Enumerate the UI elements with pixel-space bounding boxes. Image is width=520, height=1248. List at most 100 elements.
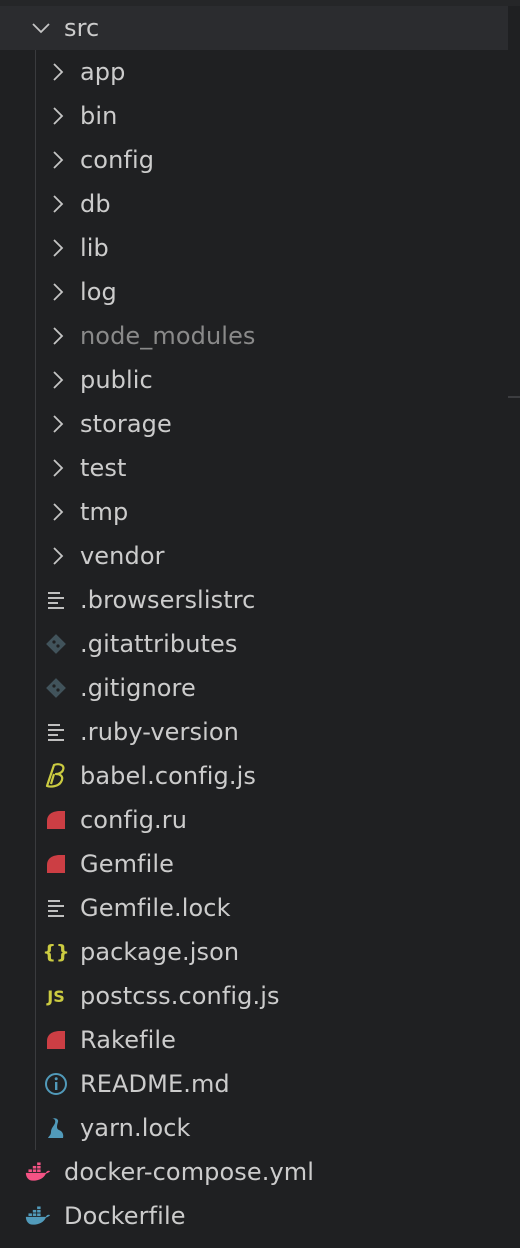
chevron-right-icon (45, 50, 71, 94)
file-row[interactable]: yarn.lock (0, 1106, 508, 1150)
folder-label: db (80, 190, 111, 218)
docker-compose-icon (25, 1150, 51, 1194)
ruby-icon (43, 798, 69, 842)
file-label: babel.config.js (80, 762, 256, 790)
folder-row[interactable]: public (0, 358, 508, 402)
indent-guide (35, 270, 36, 314)
lines-icon (43, 578, 69, 622)
file-label: .gitignore (80, 674, 196, 702)
file-label: .gitattributes (80, 630, 238, 658)
folder-row[interactable]: bin (0, 94, 508, 138)
indent-guide (35, 358, 36, 402)
chevron-right-icon (45, 314, 71, 358)
chevron-right-icon (45, 182, 71, 226)
scrollbar-thumb[interactable] (508, 396, 520, 398)
folder-row[interactable]: storage (0, 402, 508, 446)
chevron-right-icon (45, 402, 71, 446)
file-row[interactable]: Dockerfile (0, 1194, 508, 1238)
indent-guide (35, 314, 36, 358)
folder-label: vendor (80, 542, 165, 570)
indent-guide (35, 1018, 36, 1062)
folder-row[interactable]: test (0, 446, 508, 490)
folder-label: tmp (80, 498, 129, 526)
file-label: Gemfile.lock (80, 894, 231, 922)
file-row[interactable]: docker-compose.yml (0, 1150, 508, 1194)
file-label: docker-compose.yml (64, 1158, 315, 1186)
folder-label: src (64, 14, 100, 42)
indent-guide (35, 666, 36, 710)
indent-guide (35, 886, 36, 930)
folder-row[interactable]: db (0, 182, 508, 226)
file-row[interactable]: Gemfile.lock (0, 886, 508, 930)
folder-row-src[interactable]: src (0, 6, 508, 50)
indent-guide (35, 754, 36, 798)
file-label: Rakefile (80, 1026, 177, 1054)
ruby-icon (43, 1018, 69, 1062)
folder-row[interactable]: node_modules (0, 314, 508, 358)
file-row[interactable]: .gitattributes (0, 622, 508, 666)
folder-label: lib (80, 234, 109, 262)
yarn-icon (43, 1106, 69, 1150)
js-icon: JS (47, 986, 65, 1006)
indent-guide (35, 226, 36, 270)
folder-label: bin (80, 102, 118, 130)
indent-guide (35, 446, 36, 490)
file-row[interactable]: babel.config.js (0, 754, 508, 798)
folder-row[interactable]: config (0, 138, 508, 182)
file-row[interactable]: .ruby-version (0, 710, 508, 754)
indent-guide (35, 534, 36, 578)
folder-row[interactable]: app (0, 50, 508, 94)
indent-guide (35, 710, 36, 754)
folder-row[interactable]: log (0, 270, 508, 314)
folder-label: public (80, 366, 153, 394)
folder-label: storage (80, 410, 172, 438)
indent-guide (35, 1106, 36, 1150)
file-label: package.json (80, 938, 240, 966)
file-row[interactable]: .browserslistrc (0, 578, 508, 622)
file-row[interactable]: {} package.json (0, 930, 508, 974)
ruby-icon (43, 842, 69, 886)
file-label: postcss.config.js (80, 982, 280, 1010)
chevron-right-icon (45, 358, 71, 402)
chevron-down-icon (28, 6, 54, 50)
indent-guide (35, 930, 36, 974)
folder-label: node_modules (80, 322, 256, 350)
folder-label: log (80, 278, 117, 306)
folder-label: config (80, 146, 155, 174)
json-icon: {} (42, 941, 70, 963)
folder-row[interactable]: tmp (0, 490, 508, 534)
file-label: config.ru (80, 806, 188, 834)
babel-icon (43, 754, 69, 798)
file-label: Gemfile (80, 850, 174, 878)
info-icon (43, 1062, 69, 1106)
file-row[interactable]: README.md (0, 1062, 508, 1106)
indent-guide (35, 182, 36, 226)
chevron-right-icon (45, 490, 71, 534)
git-icon (43, 666, 69, 710)
file-explorer: src app bin config db lib log node_modulespubli… (0, 0, 520, 1248)
indent-guide (35, 622, 36, 666)
docker-icon (25, 1194, 51, 1238)
lines-icon (43, 886, 69, 930)
folder-row[interactable]: vendor (0, 534, 508, 578)
file-row[interactable]: JS postcss.config.js (0, 974, 508, 1018)
indent-guide (35, 94, 36, 138)
indent-guide (35, 138, 36, 182)
file-label: .browserslistrc (80, 586, 256, 614)
file-label: .ruby-version (80, 718, 239, 746)
lines-icon (43, 710, 69, 754)
file-row[interactable]: Rakefile (0, 1018, 508, 1062)
file-row[interactable]: .gitignore (0, 666, 508, 710)
file-row[interactable]: config.ru (0, 798, 508, 842)
indent-guide (35, 490, 36, 534)
chevron-right-icon (45, 534, 71, 578)
chevron-right-icon (45, 138, 71, 182)
file-row[interactable]: Gemfile (0, 842, 508, 886)
indent-guide (35, 798, 36, 842)
chevron-right-icon (45, 226, 71, 270)
file-label: README.md (80, 1070, 230, 1098)
git-icon (43, 622, 69, 666)
folder-row[interactable]: lib (0, 226, 508, 270)
file-label: Dockerfile (64, 1202, 186, 1230)
indent-guide (35, 578, 36, 622)
